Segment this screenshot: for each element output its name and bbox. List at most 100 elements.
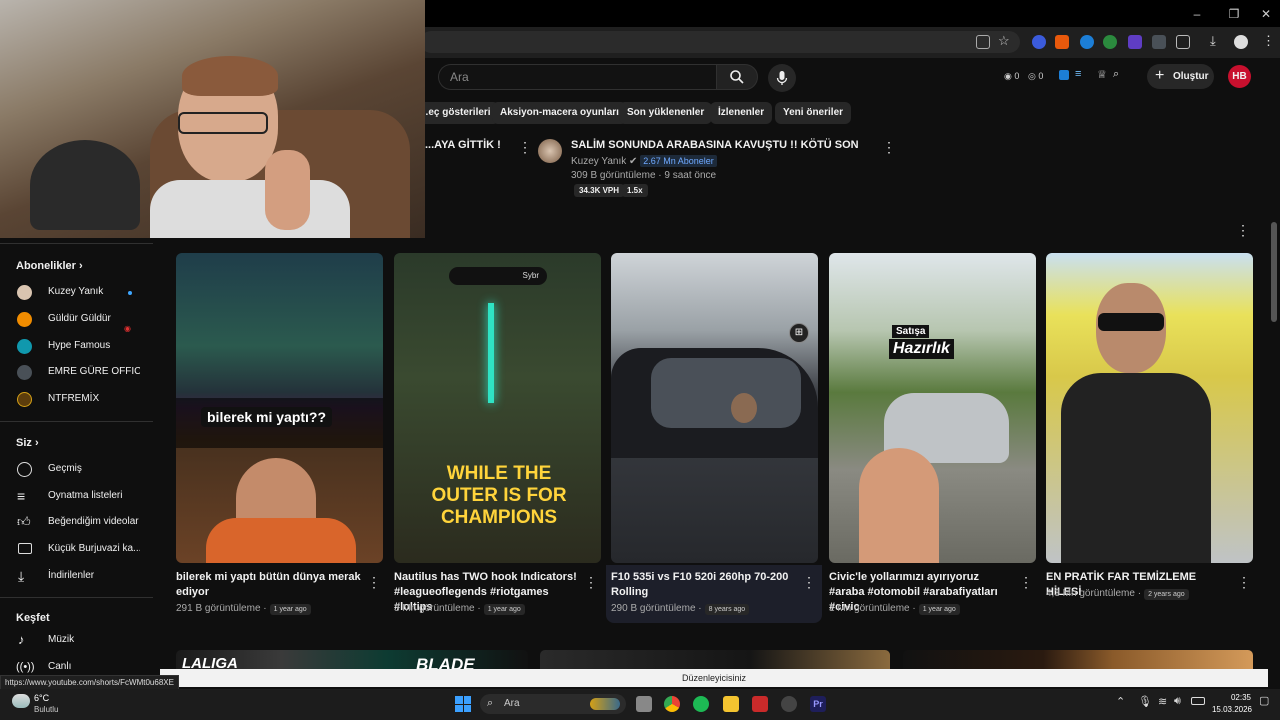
- app-icon[interactable]: [752, 696, 768, 712]
- shorts-thumbnail[interactable]: [1046, 253, 1253, 563]
- extension-icon[interactable]: [1128, 35, 1142, 49]
- weather-icon[interactable]: [12, 694, 30, 708]
- channel-avatar: [17, 312, 32, 327]
- list-icon[interactable]: ≡: [1075, 68, 1081, 80]
- chevron-up-icon[interactable]: ⌃: [1116, 695, 1125, 708]
- sidebar-item-music[interactable]: ♪ Müzik: [0, 627, 150, 653]
- shorts-thumbnail[interactable]: Sybr WHILE THE OUTER IS FOR CHAMPIONS: [394, 253, 601, 563]
- shorts-thumbnail-hovered[interactable]: ⊞: [611, 253, 818, 563]
- app-icon[interactable]: [781, 696, 797, 712]
- sidebar-item-playlist-kucuk[interactable]: Küçük Burjuvazi ka...: [0, 536, 150, 562]
- sidebar-item-emre-gure[interactable]: EMRE GÜRE OFFICI...: [0, 359, 150, 385]
- mic-icon[interactable]: 🎙︎: [1138, 695, 1152, 708]
- more-icon[interactable]: ⋮: [584, 574, 598, 591]
- video-icon: [18, 543, 32, 554]
- minimize-button[interactable]: –: [1187, 4, 1207, 24]
- address-bar[interactable]: [420, 31, 1020, 53]
- extension-icon[interactable]: [1032, 35, 1046, 49]
- install-icon[interactable]: [976, 35, 990, 49]
- chip-watched[interactable]: İzlenenler: [710, 102, 773, 124]
- weather-temp[interactable]: 6°C: [34, 693, 49, 703]
- subscriptions-header[interactable]: Abonelikler ›: [16, 260, 83, 272]
- car-window: [651, 358, 801, 428]
- sidebar-item-playlists[interactable]: ≡ Oynatma listeleri: [0, 483, 150, 509]
- age-badge: 1 year ago: [918, 604, 960, 615]
- trophy-icon[interactable]: ♕: [1097, 68, 1107, 81]
- create-button[interactable]: + Oluştur: [1147, 64, 1214, 89]
- search-button[interactable]: [716, 64, 758, 90]
- file-explorer-icon[interactable]: [723, 696, 739, 712]
- more-icon[interactable]: ⋮: [882, 139, 896, 156]
- extension-icon[interactable]: [1103, 35, 1117, 49]
- history-icon: [17, 462, 32, 477]
- volume-icon[interactable]: 🔊︎: [1174, 695, 1181, 708]
- more-icon[interactable]: ⋮: [802, 574, 816, 591]
- task-view-icon[interactable]: [636, 696, 652, 712]
- battery-icon[interactable]: [1191, 697, 1205, 705]
- search-input[interactable]: Ara: [438, 64, 716, 90]
- chip-new[interactable]: Yeni öneriler: [775, 102, 852, 124]
- more-icon[interactable]: ⋮: [1019, 574, 1033, 591]
- spotify-icon[interactable]: [693, 696, 709, 712]
- playlist-icon: ≡: [17, 488, 26, 504]
- channel-name[interactable]: Kuzey Yanık ✔ 2.67 Mn Aboneler: [571, 155, 717, 167]
- shorts-meta: 291 B görüntüleme · 1 year ago: [176, 603, 311, 615]
- age-badge: 8 years ago: [704, 604, 750, 615]
- close-button[interactable]: ✕: [1256, 4, 1276, 24]
- sidebar-item-label: Kuzey Yanık: [48, 286, 104, 297]
- shelf-more-icon[interactable]: ⋮: [1236, 222, 1250, 239]
- puzzle-icon[interactable]: [1176, 35, 1190, 49]
- sidebar-item-label: Hype Famous: [48, 340, 111, 351]
- chevron-right-icon: ›: [34, 437, 39, 449]
- sidebar-item-kuzey-yanik[interactable]: Kuzey Yanık: [0, 279, 150, 305]
- download-icon[interactable]: ⤓: [1210, 33, 1216, 49]
- wifi-icon[interactable]: ≋: [1158, 695, 1167, 708]
- shorts-thumbnail[interactable]: Satışa Hazırlık: [829, 253, 1036, 563]
- sidebar-item-guldur-guldur[interactable]: Güldür Güldür ◉: [0, 306, 150, 333]
- video-title[interactable]: SALİM SONUNDA ARABASINA KAVUŞTU !! KÖTÜ …: [571, 139, 859, 151]
- sidebar-item-history[interactable]: Geçmiş: [0, 456, 150, 482]
- extension-icon[interactable]: [1055, 35, 1069, 49]
- sidebar-item-downloads[interactable]: ⤓ İndirilenler: [0, 563, 150, 589]
- stat-value: 0: [1014, 71, 1020, 81]
- clock-time[interactable]: 02:35: [1213, 693, 1251, 702]
- scrollbar-thumb[interactable]: [1271, 222, 1277, 322]
- premiere-icon[interactable]: Pr: [810, 696, 826, 712]
- maximize-button[interactable]: ❐: [1224, 4, 1244, 24]
- channel-avatar[interactable]: [538, 139, 562, 163]
- taskbar-search[interactable]: ⌕ Ara: [480, 694, 626, 714]
- video-title[interactable]: ...AYA GİTTİK !: [425, 139, 501, 151]
- chip-recent[interactable]: Son yüklenenler: [619, 102, 713, 124]
- extension-icon[interactable]: [1152, 35, 1166, 49]
- person-shirt: [206, 518, 356, 563]
- more-icon[interactable]: ⋮: [1237, 574, 1251, 591]
- more-icon[interactable]: ⋮: [367, 574, 381, 591]
- webcam-overlay: [0, 0, 425, 238]
- sidebar-item-hype-famous[interactable]: Hype Famous: [0, 333, 150, 359]
- star-icon[interactable]: ☆: [998, 33, 1010, 49]
- editor-notice: Düzenleyicisiniz: [160, 669, 1268, 687]
- chat-icon[interactable]: ⌕: [1113, 68, 1119, 81]
- extension-icon[interactable]: [1080, 35, 1094, 49]
- shorts-title[interactable]: F10 535i vs F10 520i 260hp 70-200 Rollin…: [611, 570, 799, 600]
- account-avatar[interactable]: HB: [1228, 65, 1251, 88]
- more-icon[interactable]: ⋮: [518, 139, 532, 156]
- notification-icon[interactable]: ▢: [1259, 694, 1269, 707]
- windows-start-button[interactable]: [455, 696, 471, 712]
- chip-action-adventure[interactable]: Aksiyon-macera oyunları: [492, 102, 627, 124]
- menu-icon[interactable]: ⋮: [1262, 33, 1275, 49]
- shorts-thumbnail[interactable]: bilerek mi yaptı??: [176, 253, 383, 563]
- shorts-title[interactable]: bilerek mi yaptı bütün dünya merak ediyo…: [176, 570, 364, 600]
- sidebar-item-ntfremix[interactable]: NTFREMİX: [0, 386, 150, 412]
- channel-avatar: [17, 285, 32, 300]
- voice-search-button[interactable]: [768, 64, 796, 92]
- you-header[interactable]: Siz ›: [16, 437, 39, 449]
- mic-icon: [776, 71, 788, 85]
- chrome-icon[interactable]: [664, 696, 680, 712]
- sidebar-item-liked[interactable]: 👍︎ Beğendiğim videolar: [0, 509, 150, 535]
- profile-icon[interactable]: [1234, 35, 1248, 49]
- extension-icon[interactable]: [1059, 70, 1069, 80]
- sunglasses: [1098, 313, 1164, 331]
- view-count: 1 Mn görüntüleme ·: [829, 603, 916, 614]
- save-to-playlist-icon[interactable]: ⊞: [789, 323, 809, 343]
